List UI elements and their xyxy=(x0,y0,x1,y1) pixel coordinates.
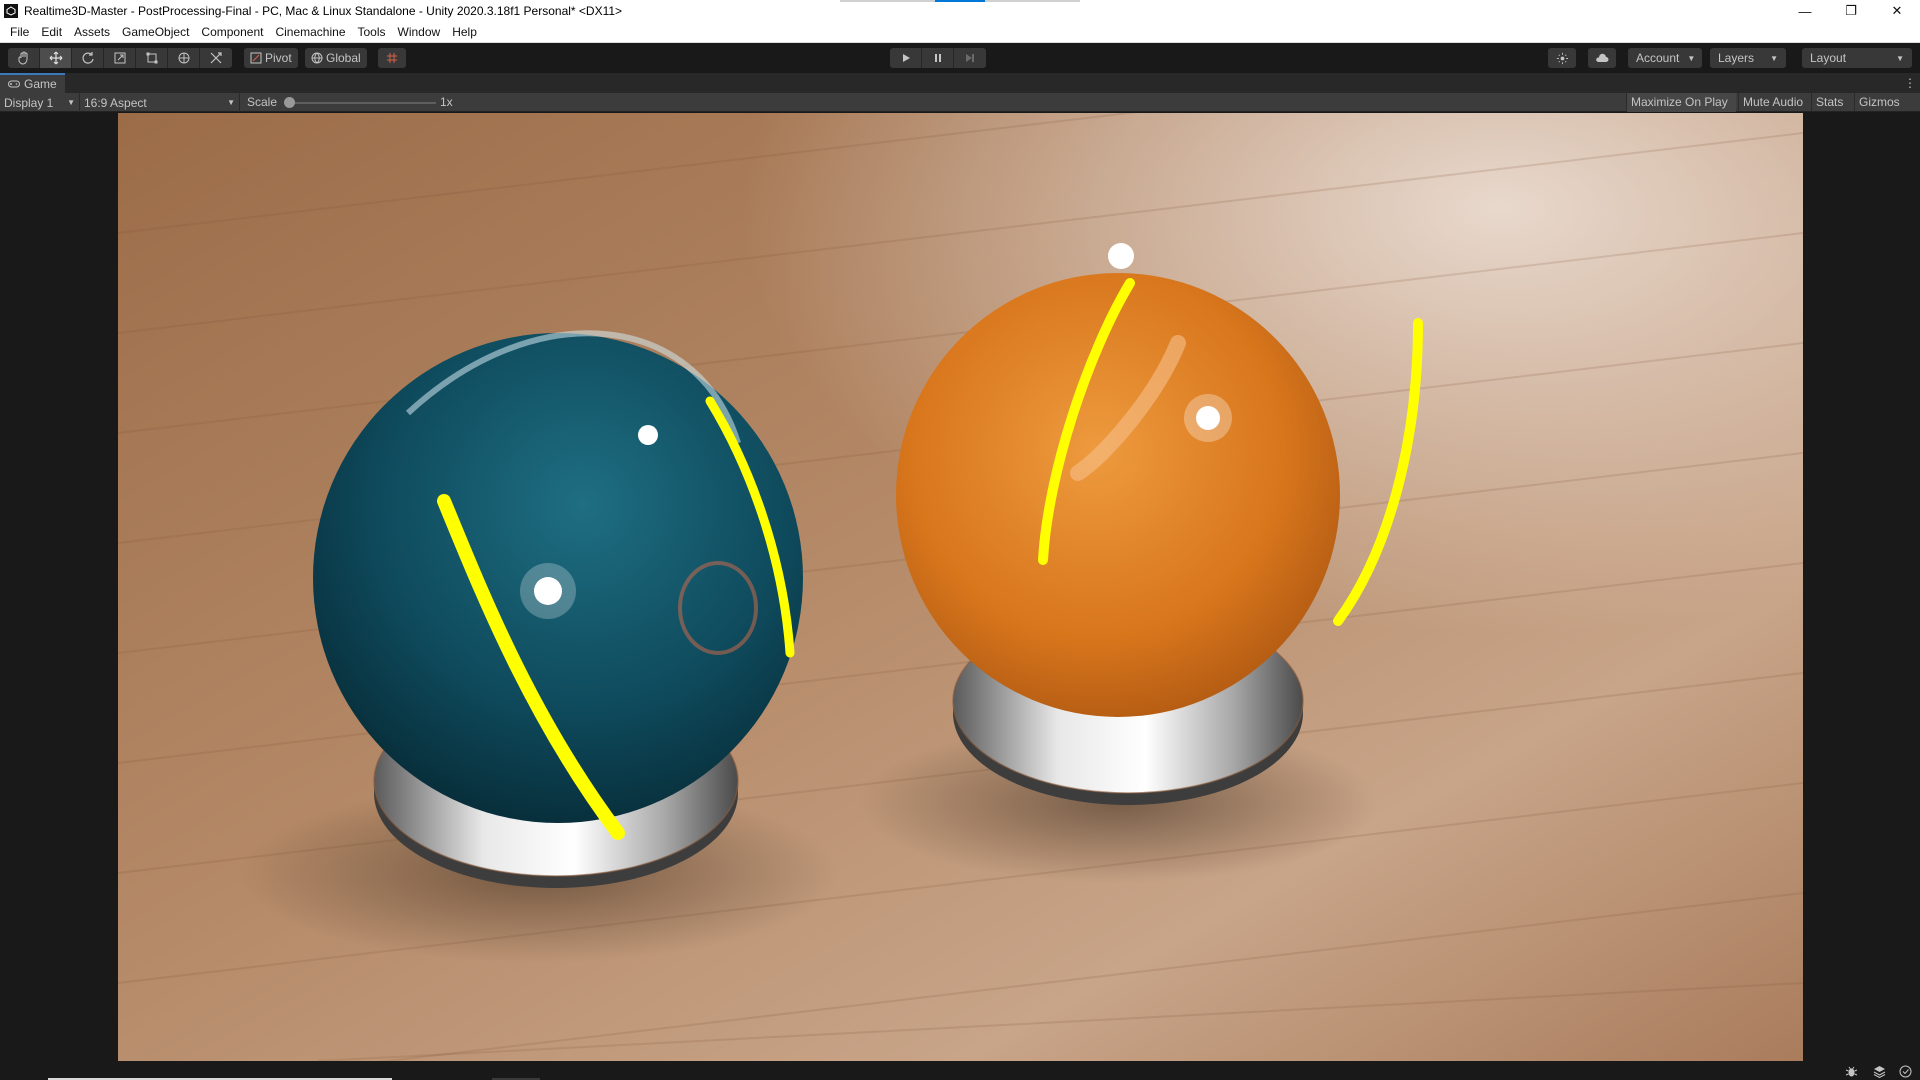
pause-icon[interactable] xyxy=(922,48,954,68)
status-bar xyxy=(0,1062,1920,1080)
globe-icon xyxy=(311,52,323,64)
window-title-bar: Realtime3D-Master - PostProcessing-Final… xyxy=(0,0,1920,22)
layout-label: Layout xyxy=(1810,51,1847,65)
window-title: Realtime3D-Master - PostProcessing-Final… xyxy=(24,4,623,18)
check-circle-icon[interactable] xyxy=(1898,1064,1912,1078)
hand-tool-icon[interactable] xyxy=(8,48,40,68)
minimize-icon[interactable]: — xyxy=(1782,0,1828,22)
snap-grid-icon[interactable] xyxy=(378,48,406,68)
bug-icon[interactable] xyxy=(1844,1064,1858,1078)
stats-toggle[interactable]: Stats xyxy=(1811,93,1853,112)
chevron-down-icon: ▼ xyxy=(227,98,235,107)
game-view-toolbar: Display 1 ▼ 16:9 Aspect ▼ Scale 1x Maxim… xyxy=(0,93,1920,127)
chevron-down-icon: ▼ xyxy=(67,98,75,107)
menu-file[interactable]: File xyxy=(4,22,35,43)
tab-game-label: Game xyxy=(24,77,57,91)
menu-cinemachine[interactable]: Cinemachine xyxy=(269,22,351,43)
menu-bar: File Edit Assets GameObject Component Ci… xyxy=(0,22,1920,43)
chevron-down-icon: ▼ xyxy=(1896,53,1904,63)
pivot-label: Pivot xyxy=(265,51,292,65)
layout-dropdown[interactable]: Layout ▼ xyxy=(1802,48,1912,68)
close-icon[interactable]: ✕ xyxy=(1874,0,1920,22)
account-label: Account xyxy=(1636,51,1680,65)
aspect-dropdown[interactable]: 16:9 Aspect ▼ xyxy=(80,93,240,112)
rendered-scene xyxy=(118,113,1803,1061)
unity-logo-icon xyxy=(4,4,18,18)
global-toggle[interactable]: Global xyxy=(305,48,367,68)
scale-slider-knob[interactable] xyxy=(284,97,295,108)
gizmos-toggle[interactable]: Gizmos ▼ xyxy=(1854,93,1920,127)
scale-slider[interactable] xyxy=(286,102,436,104)
menu-help[interactable]: Help xyxy=(446,22,483,43)
rotate-tool-icon[interactable] xyxy=(72,48,104,68)
maximize-on-play-toggle[interactable]: Maximize On Play xyxy=(1626,93,1736,112)
menu-edit[interactable]: Edit xyxy=(35,22,68,43)
scale-tool-icon[interactable] xyxy=(104,48,136,68)
scale-value: 1x xyxy=(440,95,453,109)
gizmos-label: Gizmos xyxy=(1859,95,1900,109)
layers-dropdown[interactable]: Layers ▼ xyxy=(1710,48,1786,68)
pivot-icon xyxy=(250,52,262,64)
layers-stack-icon[interactable] xyxy=(1872,1064,1886,1078)
scale-label: Scale xyxy=(247,95,278,109)
collab-icon[interactable] xyxy=(1548,48,1576,68)
menu-gameobject[interactable]: GameObject xyxy=(116,22,195,43)
chevron-down-icon: ▼ xyxy=(1770,53,1778,63)
transform-tool-icon[interactable] xyxy=(168,48,200,68)
display-label: Display 1 xyxy=(4,95,54,110)
taskbar-preview-active xyxy=(935,0,985,2)
tab-game[interactable]: Game xyxy=(0,73,65,93)
menu-window[interactable]: Window xyxy=(392,22,447,43)
game-tab-bar: Game ⋮ xyxy=(0,73,1920,93)
play-icon[interactable] xyxy=(890,48,922,68)
step-icon[interactable] xyxy=(954,48,986,68)
layers-label: Layers xyxy=(1718,51,1755,65)
move-tool-icon[interactable] xyxy=(40,48,72,68)
main-toolbar: Pivot Global Account ▼ Layers ▼ Layout ▼ xyxy=(0,43,1920,73)
aspect-label: 16:9 Aspect xyxy=(84,95,147,110)
playmode-controls xyxy=(890,48,986,68)
menu-assets[interactable]: Assets xyxy=(68,22,116,43)
gamepad-icon xyxy=(8,80,20,88)
global-label: Global xyxy=(326,51,361,65)
cloud-icon[interactable] xyxy=(1588,48,1616,68)
pivot-toggle[interactable]: Pivot xyxy=(244,48,298,68)
mute-audio-toggle[interactable]: Mute Audio xyxy=(1738,93,1810,112)
game-viewport[interactable] xyxy=(118,113,1803,1061)
chevron-down-icon: ▼ xyxy=(1687,53,1696,63)
restore-icon[interactable]: ❐ xyxy=(1828,0,1874,22)
transform-tools xyxy=(8,48,232,68)
kebab-menu-icon[interactable]: ⋮ xyxy=(1904,76,1916,90)
display-dropdown[interactable]: Display 1 ▼ xyxy=(0,93,80,112)
account-dropdown[interactable]: Account ▼ xyxy=(1628,48,1702,68)
menu-component[interactable]: Component xyxy=(195,22,269,43)
menu-tools[interactable]: Tools xyxy=(352,22,392,43)
rect-tool-icon[interactable] xyxy=(136,48,168,68)
custom-tool-icon[interactable] xyxy=(200,48,232,68)
